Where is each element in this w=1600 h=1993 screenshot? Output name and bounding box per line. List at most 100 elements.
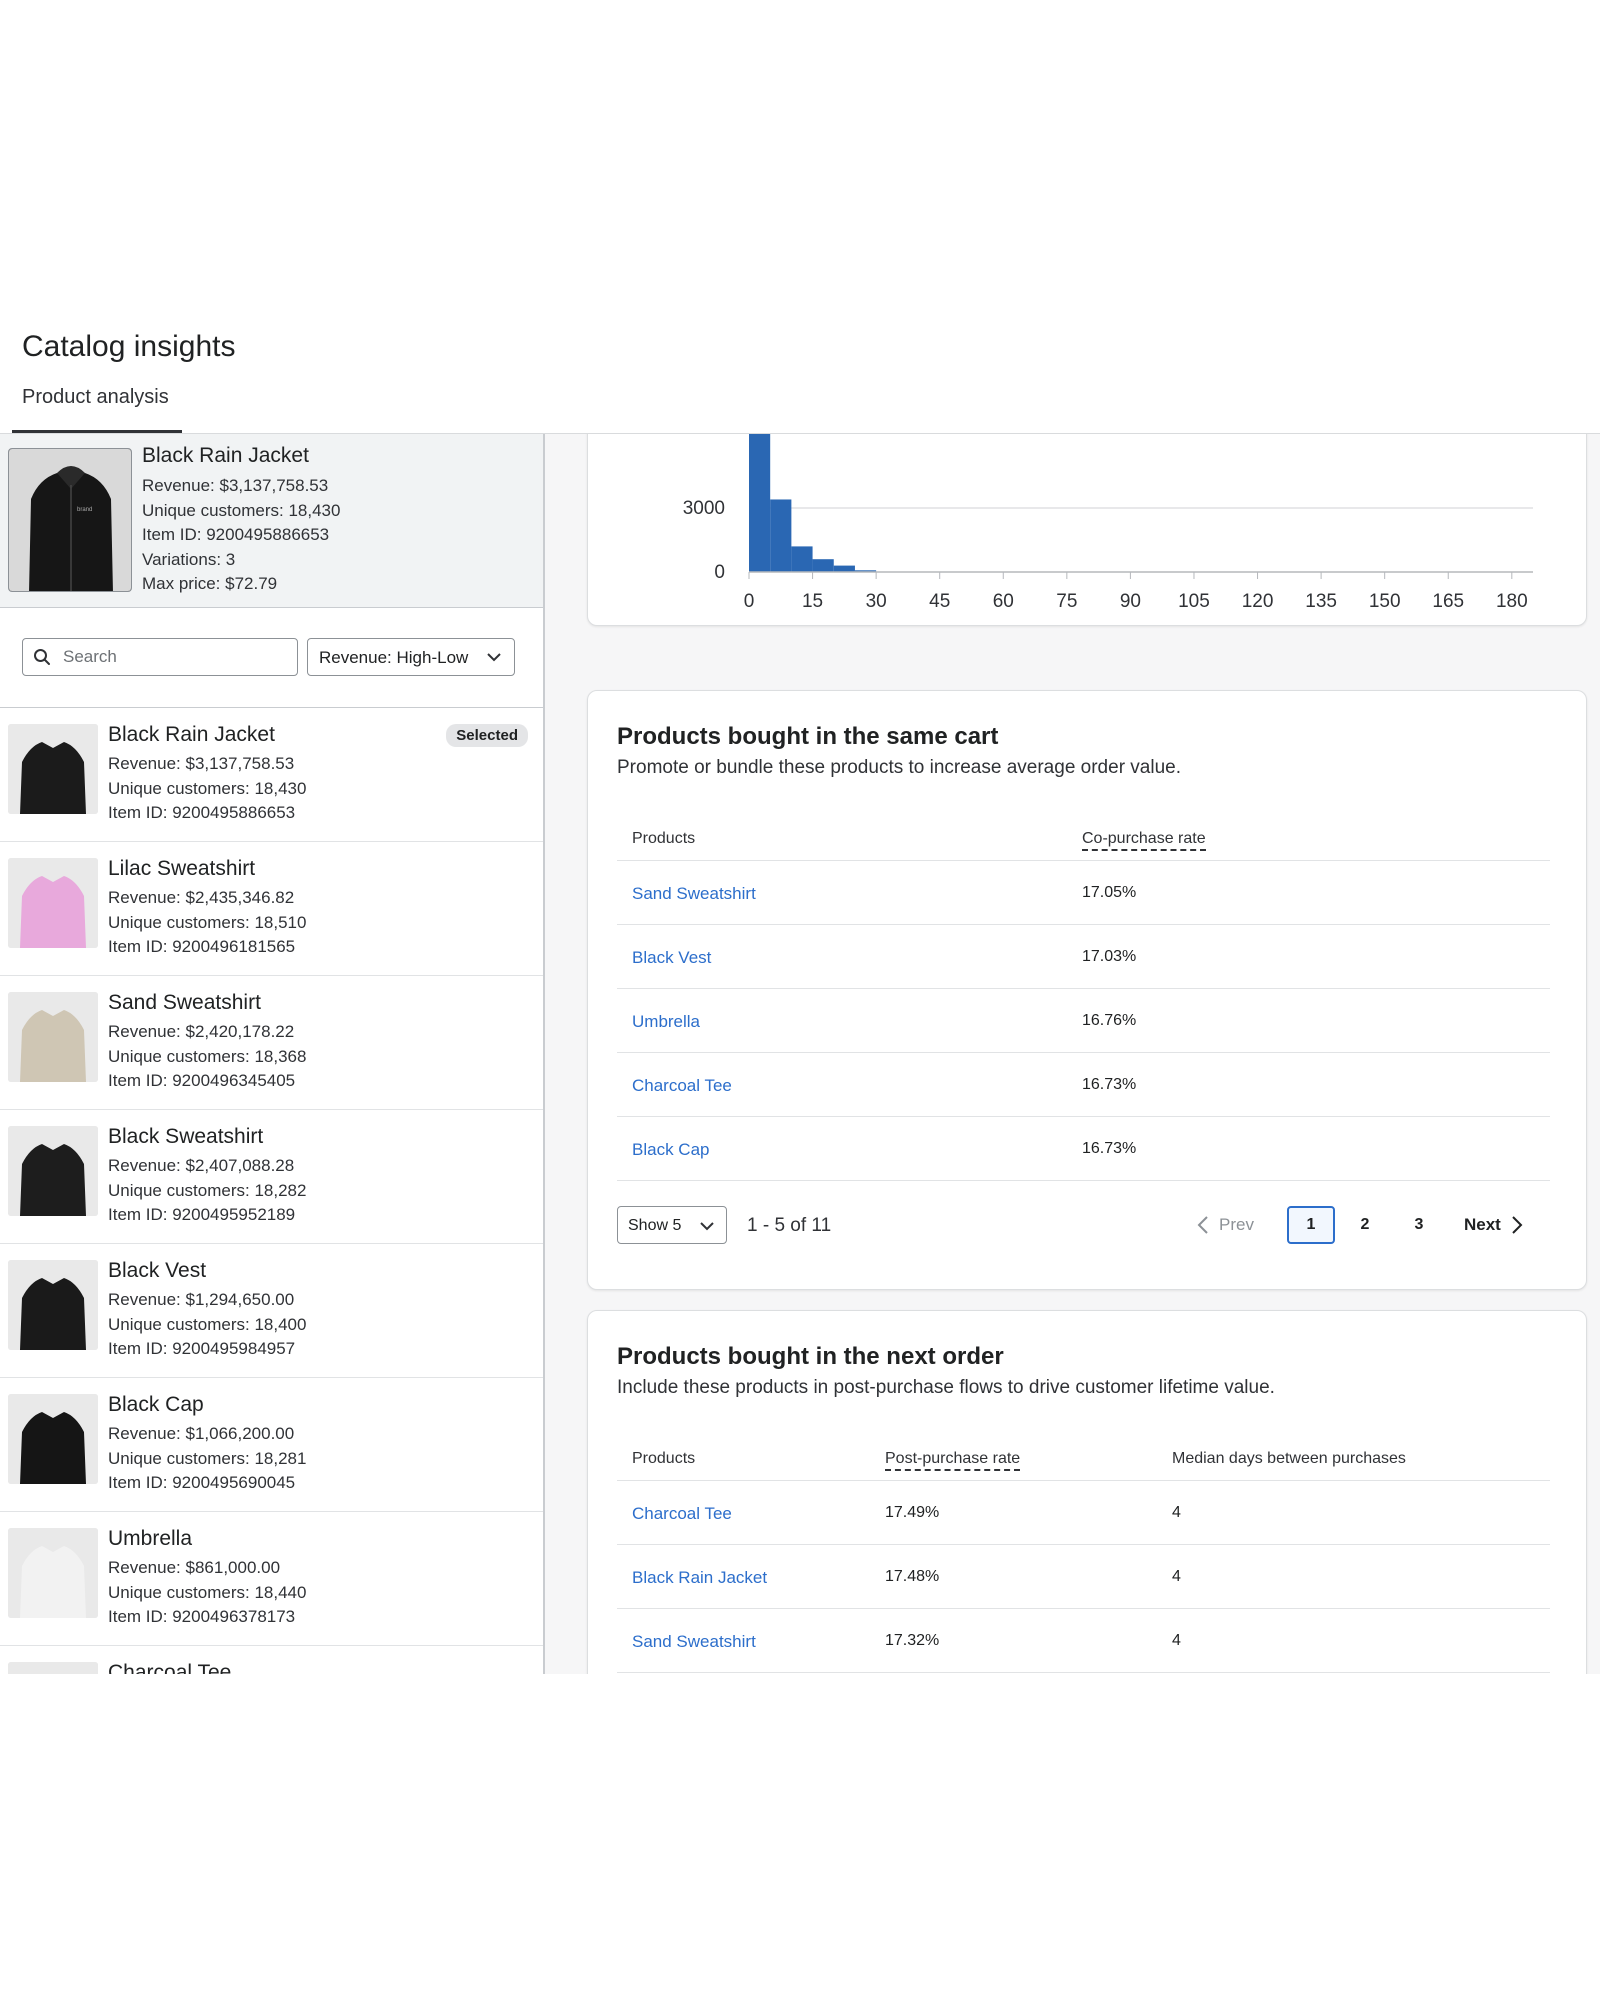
x-tick-label: 60 (993, 591, 1014, 612)
co-purchase-rate: 17.03% (1082, 948, 1137, 965)
product-item-id: Item ID: 9200495984957 (108, 1339, 296, 1358)
sort-select[interactable]: Revenue: High-Low (307, 638, 515, 676)
product-customers: Unique customers: 18,440 (108, 1582, 307, 1602)
product-list: Black Rain Jacket Revenue: $3,137,758.53 U… (0, 708, 543, 1674)
selected-badge: Selected (446, 724, 528, 747)
same-cart-title: Products bought in the same cart (617, 723, 999, 750)
selected-product-thumbnail: brand (8, 448, 132, 592)
product-item-id: Item ID: 9200496345405 (108, 1071, 296, 1090)
product-customers: Unique customers: 18,368 (108, 1046, 307, 1066)
x-tick-label: 30 (866, 591, 887, 612)
insights-panel[interactable]: 3000 00 15 30 45 60 75 90 105 120 135 150 165 180 Days… (545, 434, 1600, 1674)
product-filters: Revenue: High-Low (0, 608, 543, 708)
product-list-item[interactable]: Black Rain Jacket Revenue: $3,137,758.53 U… (0, 708, 543, 842)
product-revenue: Revenue: $3,137,758.53 (108, 754, 295, 773)
same-cart-card: Products bought in the same cart Promote… (587, 690, 1587, 1290)
product-list-item[interactable]: Charcoal Tee (0, 1646, 543, 1674)
product-thumbnail (8, 992, 98, 1082)
page-size-label: Show 5 (628, 1217, 682, 1234)
product-item-id: Item ID: 9200495952189 (108, 1205, 296, 1224)
product-link[interactable]: Black Cap (632, 1141, 709, 1158)
product-customers: Unique customers: 18,282 (108, 1180, 307, 1200)
product-name: Black Cap (108, 1393, 204, 1416)
product-link[interactable]: Charcoal Tee (632, 1077, 732, 1094)
product-link[interactable]: Sand Sweatshirt (632, 885, 756, 902)
chevron-down-icon (700, 1222, 714, 1231)
chevron-down-icon (487, 653, 501, 662)
table-header-row: Products Post-purchase rate Median days … (617, 1429, 1550, 1481)
col-co-purchase-rate-header[interactable]: Co-purchase rate (1082, 831, 1206, 851)
product-link[interactable]: Charcoal Tee (632, 1505, 732, 1522)
product-list-item[interactable]: Lilac Sweatshirt Revenue: $2,435,346.82 Un… (0, 842, 543, 976)
page-size-select[interactable]: Show 5 (617, 1206, 727, 1244)
post-purchase-rate: 17.32% (885, 1632, 940, 1649)
product-link[interactable]: Black Rain Jacket (632, 1569, 767, 1586)
page-button-2[interactable]: 2 (1341, 1206, 1389, 1244)
table-row: Charcoal Tee 16.73% (617, 1053, 1550, 1117)
col-post-purchase-rate-header[interactable]: Post-purchase rate (885, 1451, 1021, 1471)
product-item-id: Item ID: 9200495690045 (108, 1473, 296, 1492)
chevron-right-icon (1512, 1216, 1523, 1234)
product-sidebar[interactable]: brand Black Rain Jacket Revenue: $3,137,… (0, 434, 545, 1674)
product-link[interactable]: Sand Sweatshirt (632, 1633, 756, 1650)
x-tick-label: 150 (1369, 591, 1401, 612)
table-row: Sand Sweatshirt 17.32% 4 (617, 1609, 1550, 1673)
y-tick-label: 3000 (683, 498, 725, 519)
tab-product-analysis[interactable]: Product analysis (12, 386, 179, 434)
product-revenue: Revenue: $1,066,200.00 (108, 1424, 295, 1443)
product-customers: Unique customers: 18,510 (108, 912, 307, 932)
product-link[interactable]: Umbrella (632, 1013, 700, 1030)
prev-page-button[interactable]: Prev (1197, 1208, 1254, 1242)
table-row: Umbrella 16.76% (617, 989, 1550, 1053)
next-order-title: Products bought in the next order (617, 1343, 1004, 1370)
selected-product-variations: Variations: 3 (142, 549, 236, 569)
content-viewport: brand Black Rain Jacket Revenue: $3,137,… (0, 434, 1600, 1674)
product-list-item[interactable]: Sand Sweatshirt Revenue: $2,420,178.22 Uni… (0, 976, 543, 1110)
product-list-item[interactable]: Black Sweatshirt Revenue: $2,407,088.28 Un… (0, 1110, 543, 1244)
sort-select-label: Revenue: High-Low (319, 648, 469, 667)
product-revenue: Revenue: $2,435,346.82 (108, 888, 295, 907)
chevron-left-icon (1197, 1216, 1208, 1234)
x-tick-label: 15 (802, 591, 823, 612)
selected-product-card: brand Black Rain Jacket Revenue: $3,137,… (0, 434, 543, 608)
median-days: 4 (1172, 1632, 1181, 1649)
next-page-label: Next (1464, 1215, 1501, 1234)
product-item-id: Item ID: 9200496181565 (108, 937, 296, 956)
search-field[interactable] (22, 638, 298, 676)
next-order-subtitle: Include these products in post-purchase … (617, 1377, 1275, 1398)
product-name: Black Vest (108, 1259, 207, 1282)
page-button-1[interactable]: 1 (1287, 1206, 1335, 1244)
product-list-item[interactable]: Umbrella Revenue: $861,000.00 Unique custo… (0, 1512, 543, 1646)
histogram-bar (812, 559, 834, 572)
co-purchase-rate: 16.73% (1082, 1140, 1137, 1157)
product-thumbnail (8, 724, 98, 814)
co-purchase-rate: 17.05% (1082, 884, 1137, 901)
x-axis-title: Days after the first purchase (1013, 625, 1270, 627)
prev-page-label: Prev (1219, 1215, 1254, 1234)
product-name: Black Rain Jacket (108, 723, 275, 746)
page-header: Catalog insights Product analysis (0, 300, 1600, 435)
product-revenue: Revenue: $861,000.00 (108, 1558, 281, 1577)
histogram-bar (749, 434, 771, 572)
next-order-card: Products bought in the next order Includ… (587, 1310, 1587, 1674)
product-thumbnail (8, 1662, 98, 1674)
product-thumbnail (8, 1528, 98, 1618)
histogram-bar (791, 546, 813, 572)
product-list-item[interactable]: Black Vest Revenue: $1,294,650.00 Unique c… (0, 1244, 543, 1378)
product-thumbnail (8, 858, 98, 948)
table-header-row: Products Co-purchase rate (617, 809, 1550, 861)
product-name: Charcoal Tee (108, 1661, 232, 1674)
table-row: Sand Sweatshirt 17.05% (617, 861, 1550, 925)
product-revenue: Revenue: $1,294,650.00 (108, 1290, 295, 1309)
search-input[interactable] (63, 645, 283, 669)
repurchase-histogram: 3000 00 15 30 45 60 75 90 105 120 135 150 165 180 Days… (683, 434, 1533, 646)
product-link[interactable]: Black Vest (632, 949, 711, 966)
col-products-header: Products (632, 830, 696, 847)
product-list-item[interactable]: Black Cap Revenue: $1,066,200.00 Unique cu… (0, 1378, 543, 1512)
product-revenue: Revenue: $2,420,178.22 (108, 1022, 295, 1041)
next-page-button[interactable]: Next (1464, 1208, 1523, 1242)
page-button-3[interactable]: 3 (1395, 1206, 1443, 1244)
product-item-id: Item ID: 9200495886653 (108, 803, 296, 822)
table-row: Charcoal Tee 17.49% 4 (617, 1481, 1550, 1545)
product-name: Sand Sweatshirt (108, 991, 261, 1014)
